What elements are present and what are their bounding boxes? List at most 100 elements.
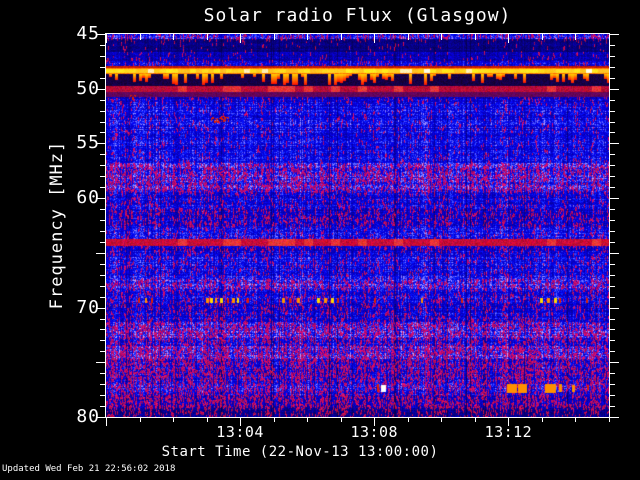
y-axis-tick-left [100,132,105,133]
y-axis-tick-right [610,220,615,221]
y-axis-tick-left [100,297,105,298]
y-axis-tick-right [610,154,615,155]
y-axis-tick-right [610,56,615,57]
y-axis-tick-left [100,319,105,320]
x-axis-tick-label: 13:08 [350,423,399,441]
x-axis-tick-top [508,34,509,43]
y-axis-tick-right [610,132,615,133]
y-axis-tick-left [96,362,105,363]
y-axis-tick-label: 50 [76,77,100,99]
x-axis-title: Start Time (22-Nov-13 13:00:00) [161,444,439,460]
y-axis-tick-right [610,176,615,177]
y-axis-tick-right [610,78,615,79]
x-axis-tick-bottom [307,418,308,422]
y-axis-tick-left [100,122,105,123]
x-axis-tick-top [374,34,375,43]
y-axis-tick-right [610,89,619,90]
y-axis-tick-right [610,231,615,232]
y-axis-tick-right [610,187,615,188]
y-axis-tick-left [100,165,105,166]
y-axis-tick-right [610,297,615,298]
y-axis-tick-right [610,362,619,363]
y-axis-tick-label: 45 [76,23,100,44]
x-axis-tick-bottom [542,418,543,422]
y-axis-tick-right [610,45,615,46]
y-axis-tick-left [100,56,105,57]
y-axis-tick-right [610,286,615,287]
y-axis-tick-right [610,264,615,265]
chart-title: Solar radio Flux (Glasgow) [203,5,512,26]
y-axis-tick-left [100,220,105,221]
y-axis-tick-left [100,340,105,341]
x-axis-tick-top [207,34,208,40]
y-axis-tick-label: 60 [76,187,100,209]
y-axis-tick-right [610,329,615,330]
x-axis-tick-bottom [441,418,442,422]
x-axis-tick-top [140,34,141,40]
x-axis-tick-top [609,34,610,40]
y-axis-tick-right [610,67,615,68]
x-axis-tick-top [475,34,476,40]
y-axis-tick-label: 55 [76,132,100,154]
y-axis-tick-left [100,264,105,265]
y-axis-tick-right [610,165,615,166]
y-axis-tick-left [100,351,105,352]
y-axis-tick-left [100,373,105,374]
y-axis-tick-right [610,395,615,396]
y-axis-tick-right [610,406,615,407]
x-axis-tick-top [173,34,174,40]
y-axis-tick-right [610,242,615,243]
y-axis-tick-left [100,286,105,287]
y-axis-tick-right [610,275,615,276]
x-axis-tick-top [542,34,543,40]
x-axis-tick-top [307,34,308,40]
x-axis-tick-bottom [475,418,476,422]
y-axis-tick-left [100,209,105,210]
y-axis-tick-right [610,308,619,309]
x-axis-tick-bottom [173,418,174,422]
x-axis-tick-bottom [408,418,409,422]
x-axis-tick-bottom [341,418,342,422]
y-axis-tick-right [610,384,615,385]
y-axis-tick-right [610,319,615,320]
y-axis-tick-left [100,275,105,276]
y-axis-tick-label: 80 [76,406,100,427]
y-axis-tick-left [100,406,105,407]
y-axis-tick-left [100,329,105,330]
y-axis-tick-left [100,67,105,68]
y-axis-tick-left [100,384,105,385]
y-axis-tick-left [100,78,105,79]
y-axis-tick-left [96,253,105,254]
plot-frame [105,33,610,418]
y-axis-tick-left [100,242,105,243]
x-axis-tick-top [408,34,409,40]
x-axis-tick-bottom [575,418,576,422]
x-axis-tick-bottom [140,418,141,422]
y-axis-tick-right [610,122,615,123]
y-axis-tick-label: 70 [76,296,100,318]
y-axis-tick-left [100,45,105,46]
y-axis-tick-right [610,209,615,210]
y-axis-tick-left [100,231,105,232]
y-axis-tick-right [610,253,619,254]
x-axis-tick-top [575,34,576,40]
y-axis-tick-right [610,34,619,35]
x-axis-tick-bottom [609,418,610,422]
y-axis-tick-left [100,395,105,396]
x-axis-tick-label: 13:12 [484,423,533,441]
x-axis-tick-bottom [274,418,275,422]
y-axis-tick-right [610,373,615,374]
y-axis-tick-right [610,340,615,341]
y-axis-tick-right [610,111,615,112]
y-axis-tick-left [100,111,105,112]
y-axis-tick-left [100,176,105,177]
y-axis-tick-right [610,417,619,418]
app-window: Solar radio Flux (Glasgow) Frequency [MH… [0,0,640,480]
x-axis-tick-top [106,34,107,43]
x-axis-tick-bottom [106,418,107,426]
x-axis-tick-label: 13:04 [216,423,264,441]
x-axis-tick-top [441,34,442,40]
y-axis-tick-right [610,100,615,101]
update-timestamp: Updated Wed Feb 21 22:56:02 2018 [2,464,176,474]
x-axis-tick-top [240,34,241,43]
